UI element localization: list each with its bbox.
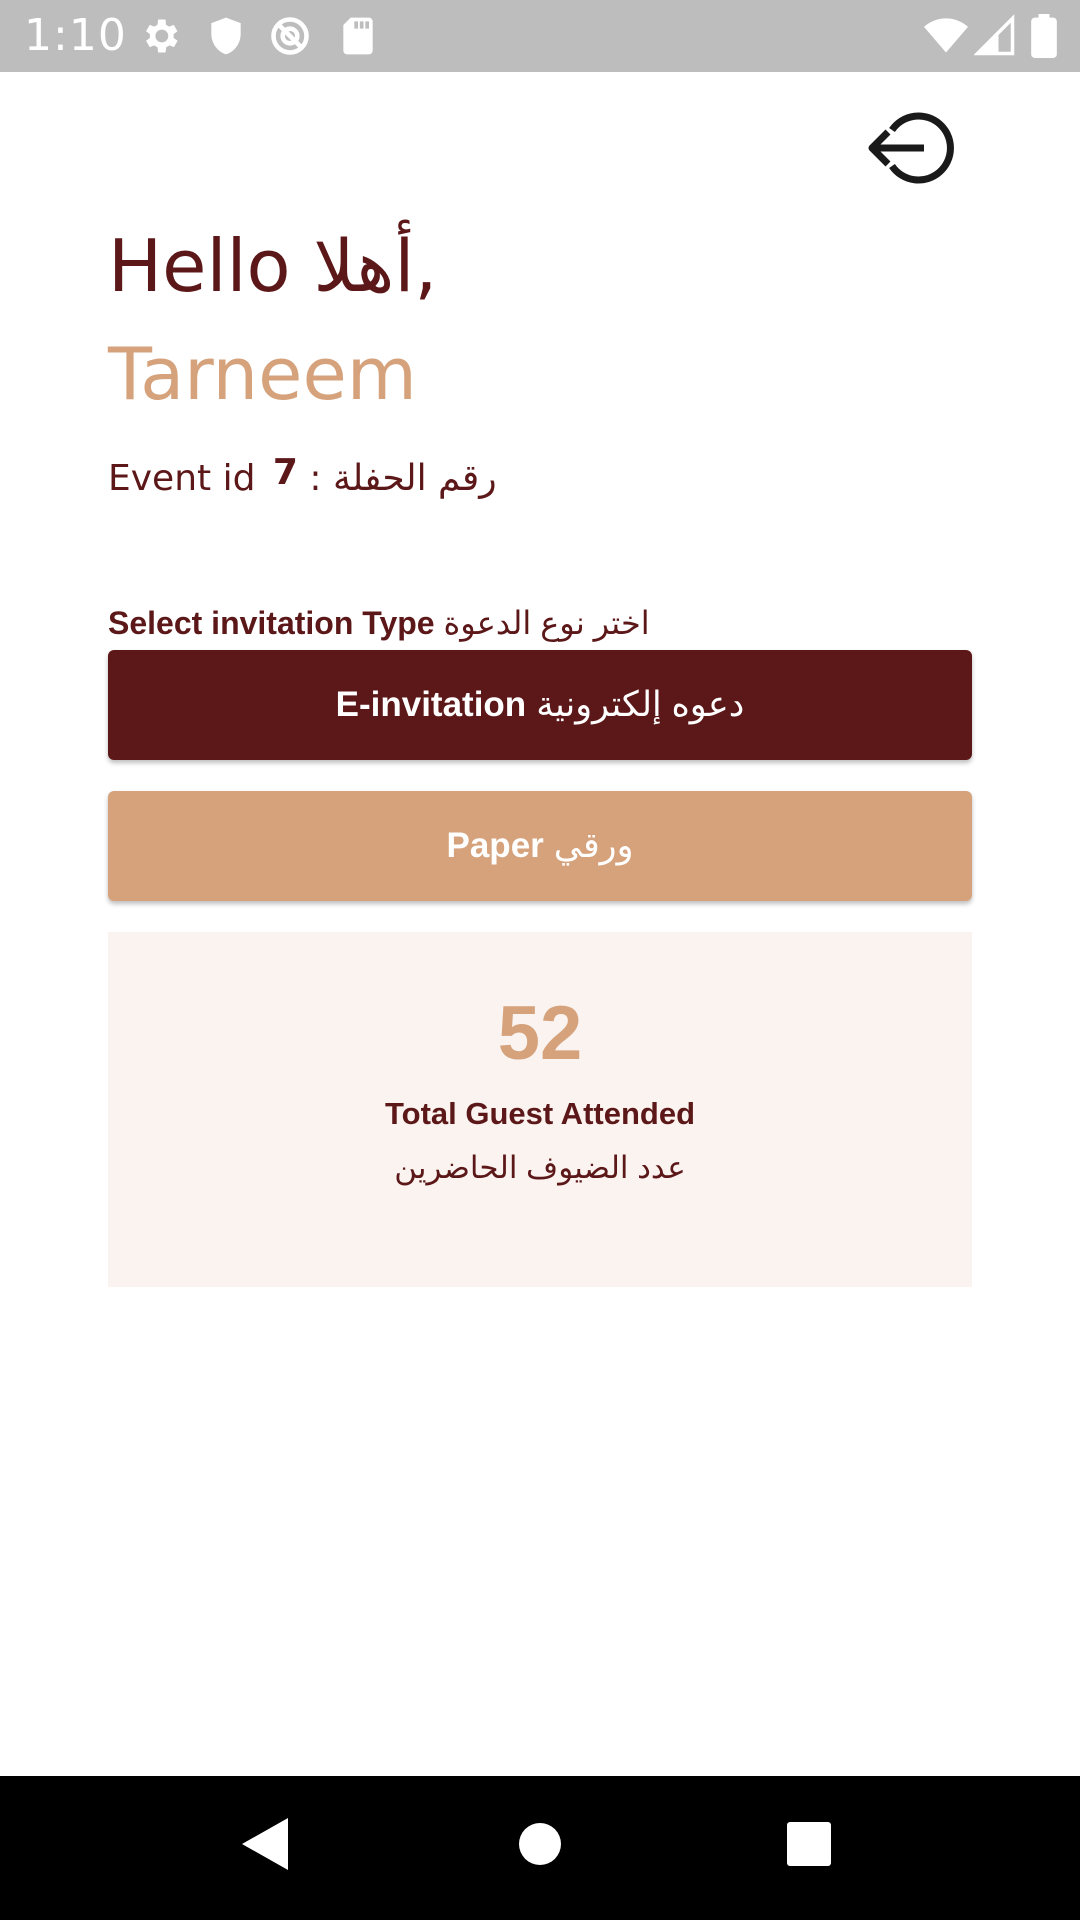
logout-button[interactable] [864,108,960,188]
navigation-bar [0,1776,1080,1920]
user-name: Tarneem [108,332,417,416]
signal-icon [973,14,1016,63]
home-icon[interactable] [518,1816,562,1877]
back-icon[interactable] [240,1816,290,1877]
paper-label-ar: ورقي [553,826,634,865]
select-invitation-label: Select invitation Type اختر نوع الدعوة [108,604,650,642]
select-label-ar: اختر نوع الدعوة [443,605,650,641]
status-bar: 1:10 [0,0,1080,72]
sd-card-icon [336,14,380,63]
wifi-icon [922,14,970,63]
event-id-label: Event id رقم الحفلة : [108,458,497,499]
shield-icon [204,14,248,63]
greeting-hello: Hello أهلا, [108,224,438,308]
e-invitation-button[interactable]: E-invitation دعوه إلكترونية [108,650,972,760]
guest-count: 52 [497,991,583,1076]
select-label-en: Select invitation Type [108,605,435,641]
event-id-row: Event id رقم الحفلة : 7 [108,452,497,499]
logout-icon [864,112,960,192]
event-id-value: 7 [272,452,298,493]
paper-invitation-button[interactable]: Paper ورقي [108,791,972,901]
status-time: 1:10 [24,10,127,61]
e-invitation-label-en: E-invitation [335,685,527,724]
paper-label-en: Paper [446,826,544,865]
recents-icon[interactable] [786,1816,832,1877]
guest-count-label-ar: عدد الضيوف الحاضرين [394,1150,686,1185]
e-invitation-label-ar: دعوه إلكترونية [536,685,745,724]
guest-count-label-en: Total Guest Attended [385,1096,695,1131]
guest-stats-card: 52 Total Guest Attended عدد الضيوف الحاض… [108,932,972,1287]
settings-icon [138,14,182,63]
dnd-icon [268,14,312,63]
battery-icon [1030,14,1058,63]
